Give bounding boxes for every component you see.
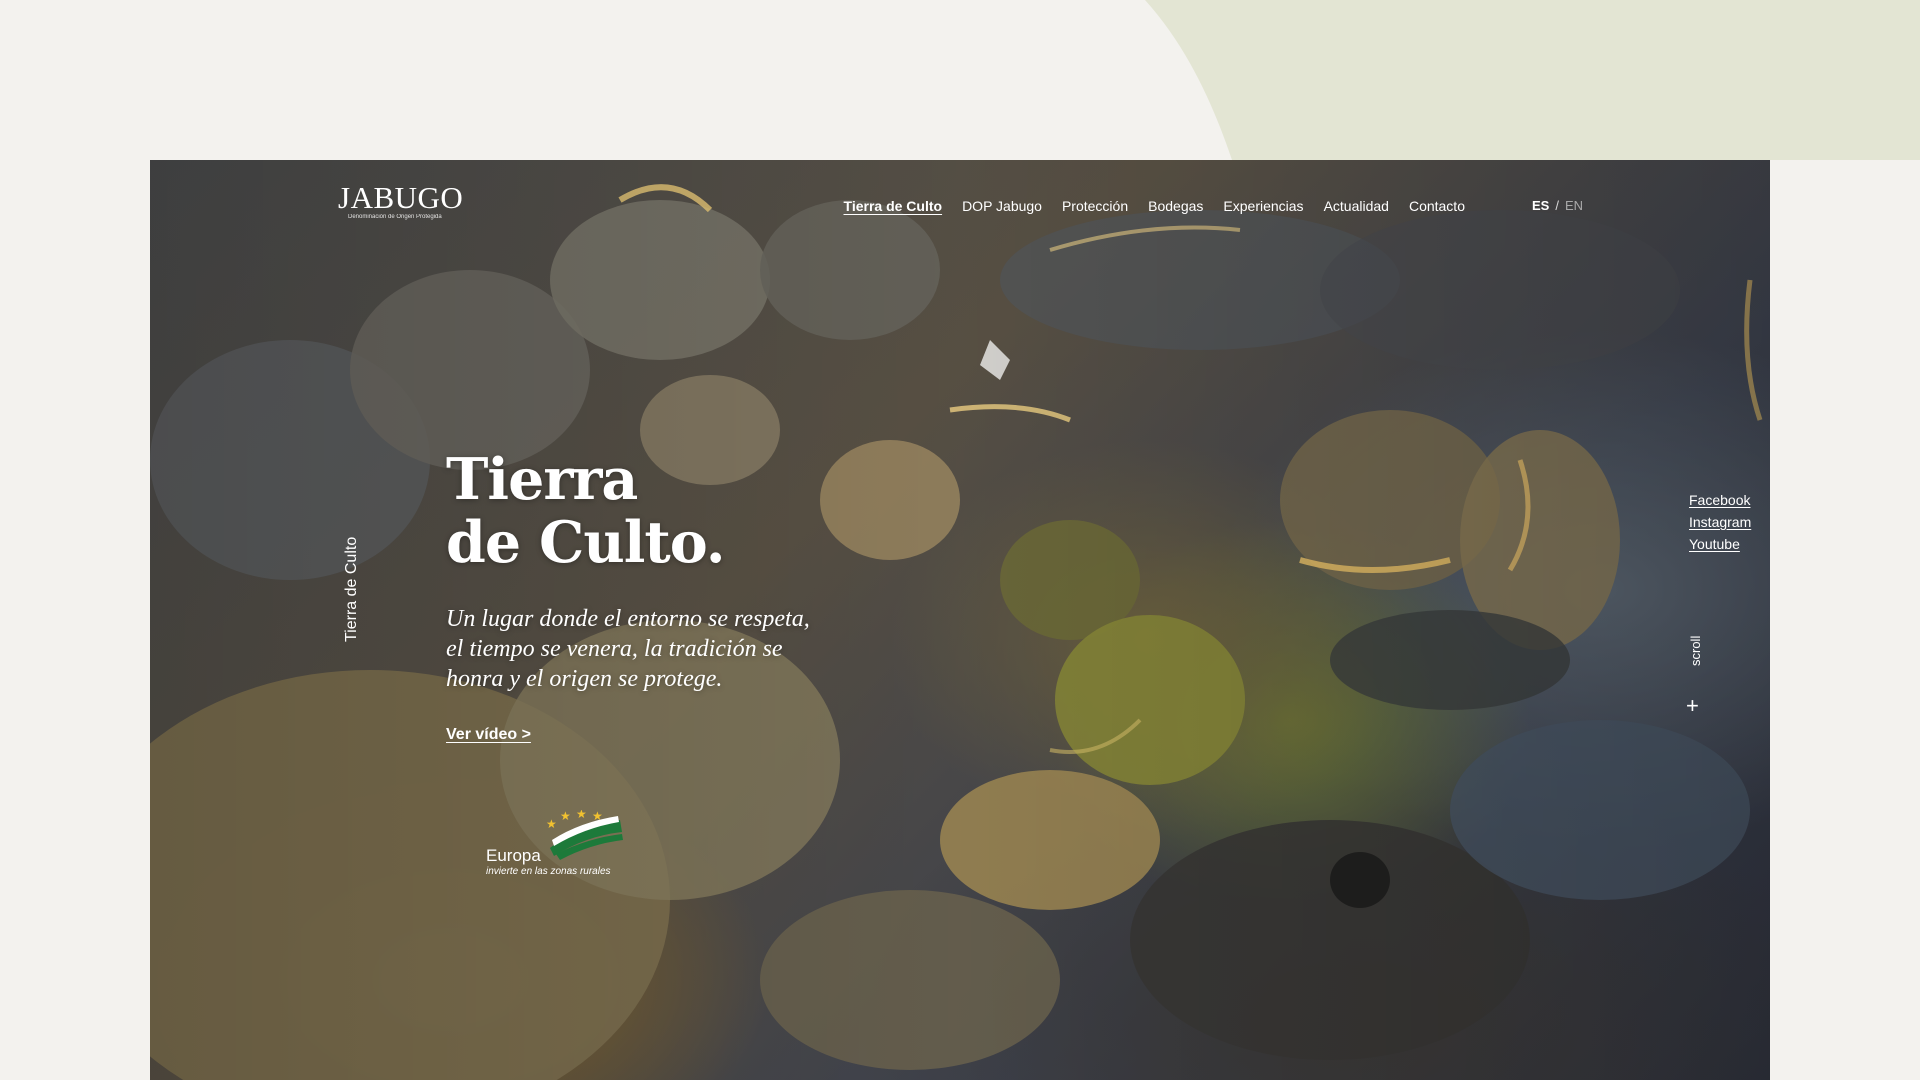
hero-title: Tierra de Culto. [446,446,726,576]
nav-item-contacto[interactable]: Contacto [1409,198,1465,214]
eu-flag-icon: ★ ★ ★ ★ [546,810,623,860]
watch-video-link[interactable]: Ver vídeo > [446,726,531,744]
lang-es[interactable]: ES [1532,198,1549,213]
main-nav: Tierra de Culto DOP Jabugo Protección Bo… [844,198,1465,214]
svg-text:★: ★ [576,810,587,821]
plus-icon[interactable]: + [1686,695,1699,717]
nav-item-proteccion[interactable]: Protección [1062,198,1128,214]
social-link-youtube[interactable]: Youtube [1689,536,1751,552]
section-side-label: Tierra de Culto [343,536,360,642]
eu-rural-logo[interactable]: ★ ★ ★ ★ Europa invierte en las zonas rur… [486,810,626,885]
svg-text:★: ★ [592,810,603,823]
svg-text:★: ★ [560,810,571,823]
lang-separator: / [1555,198,1559,213]
social-link-instagram[interactable]: Instagram [1689,514,1751,530]
eu-logo-tagline: invierte en las zonas rurales [486,866,611,877]
nav-item-experiencias[interactable]: Experiencias [1223,198,1303,214]
hero-title-line1: Tierra [446,446,638,513]
language-switcher: ES / EN [1532,198,1583,213]
eu-logo-name: Europa [486,846,541,865]
social-link-facebook[interactable]: Facebook [1689,492,1751,508]
hero-subtitle-line3: honra y el origen se protege. [446,666,723,692]
hero-subtitle-line2: el tiempo se venera, la tradición se [446,636,783,662]
social-links: Facebook Instagram Youtube [1689,492,1751,552]
scroll-label: scroll [1688,635,1703,666]
svg-text:★: ★ [546,817,557,831]
hero-overlay [150,160,1770,1080]
brand-logo[interactable]: JABUGO Denominación de Origen Protegida [338,180,464,221]
brand-subtitle: Denominación de Origen Protegida [348,214,442,220]
lang-en[interactable]: EN [1565,198,1583,213]
hero-subtitle-line1: Un lugar donde el entorno se respeta, [446,606,810,632]
nav-item-actualidad[interactable]: Actualidad [1324,198,1389,214]
hero-section: JABUGO Denominación de Origen Protegida … [150,160,1770,1080]
hero-subtitle: Un lugar donde el entorno se respeta, el… [446,604,886,694]
brand-name: JABUGO [338,180,464,215]
nav-item-dop-jabugo[interactable]: DOP Jabugo [962,198,1042,214]
nav-item-bodegas[interactable]: Bodegas [1148,198,1203,214]
nav-item-tierra-de-culto[interactable]: Tierra de Culto [844,198,943,214]
hero-title-line2: de Culto. [446,509,726,576]
